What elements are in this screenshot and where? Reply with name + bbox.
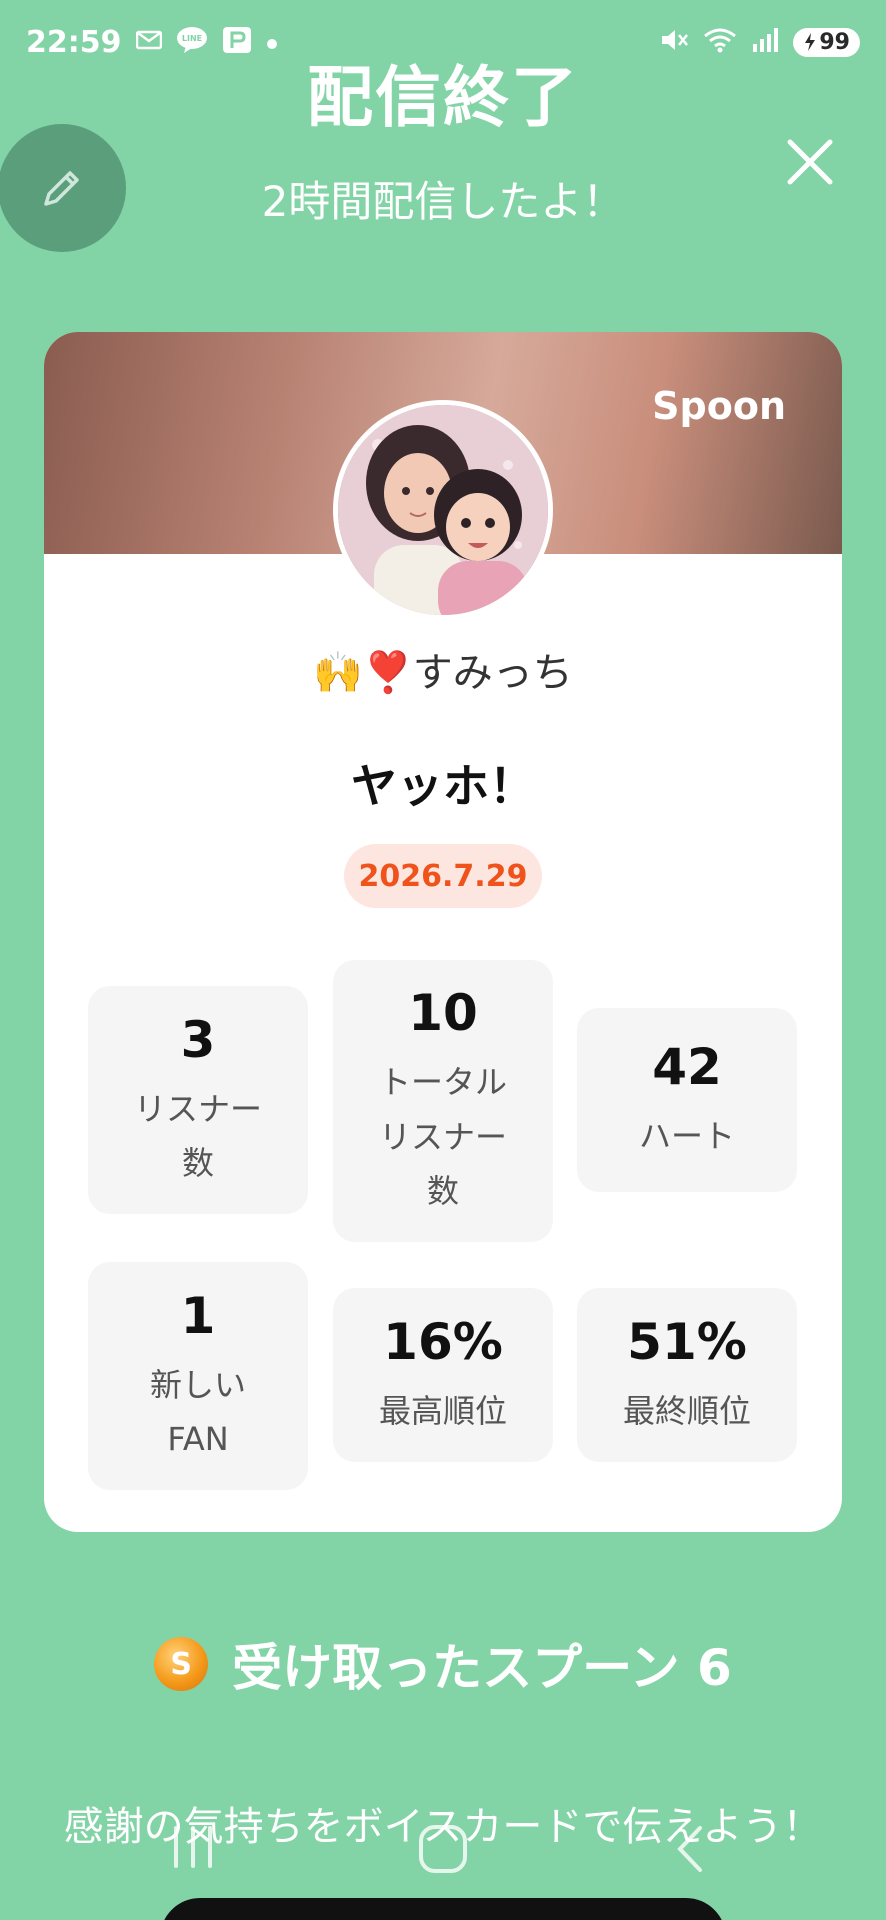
stat-final-rank: 51% 最終順位 bbox=[577, 1288, 797, 1462]
svg-text:LINE: LINE bbox=[181, 34, 201, 43]
stat-value: 1 bbox=[180, 1286, 216, 1345]
home-icon[interactable] bbox=[416, 1822, 470, 1876]
stat-value: 51% bbox=[627, 1312, 747, 1371]
stat-total-listeners: 10 トータル リスナー 数 bbox=[333, 960, 553, 1242]
stat-label: 最終順位 bbox=[622, 1391, 751, 1430]
stat-value: 3 bbox=[180, 1010, 216, 1069]
spoons-label: 受け取ったスプーン 6 bbox=[232, 1639, 732, 1697]
stat-value: 10 bbox=[408, 984, 478, 1043]
bottom-action-button[interactable] bbox=[160, 1898, 726, 1920]
stat-label: 最高順位 bbox=[378, 1391, 507, 1430]
broadcast-duration: 2時間配信したよ！ bbox=[261, 177, 625, 226]
summary-card: Spoon 🙌❣️すみっち ヤッホ！ 2026.7.29 3 リスナー 数 10… bbox=[44, 332, 842, 1532]
stat-listeners: 3 リスナー 数 bbox=[88, 986, 308, 1214]
stat-value: 42 bbox=[652, 1037, 722, 1096]
username: 🙌❣️すみっち bbox=[313, 650, 573, 696]
stat-highest-rank: 16% 最高順位 bbox=[333, 1288, 553, 1462]
stat-label: リスナー 数 bbox=[133, 1089, 262, 1182]
avatar bbox=[333, 400, 553, 620]
spoons-received: S 受け取ったスプーン 6 bbox=[0, 1628, 886, 1700]
back-icon[interactable] bbox=[670, 1822, 710, 1876]
stat-value: 16% bbox=[383, 1312, 503, 1371]
spoon-coin-icon: S bbox=[154, 1637, 209, 1691]
stat-new-fans: 1 新しい FAN bbox=[88, 1262, 308, 1490]
date-badge: 2026.7.29 bbox=[344, 844, 542, 908]
stat-hearts: 42 ハート bbox=[577, 1008, 797, 1192]
stat-label: ハート bbox=[638, 1116, 735, 1155]
stat-label: 新しい FAN bbox=[149, 1365, 246, 1458]
spoon-logo: Spoon bbox=[652, 384, 786, 428]
page-title: 配信終了 bbox=[307, 59, 579, 136]
broadcast-title: ヤッホ！ bbox=[351, 759, 535, 813]
navigation-bar bbox=[0, 1806, 886, 1896]
recent-apps-icon[interactable] bbox=[170, 1822, 216, 1872]
stat-label: トータル リスナー 数 bbox=[378, 1063, 507, 1211]
